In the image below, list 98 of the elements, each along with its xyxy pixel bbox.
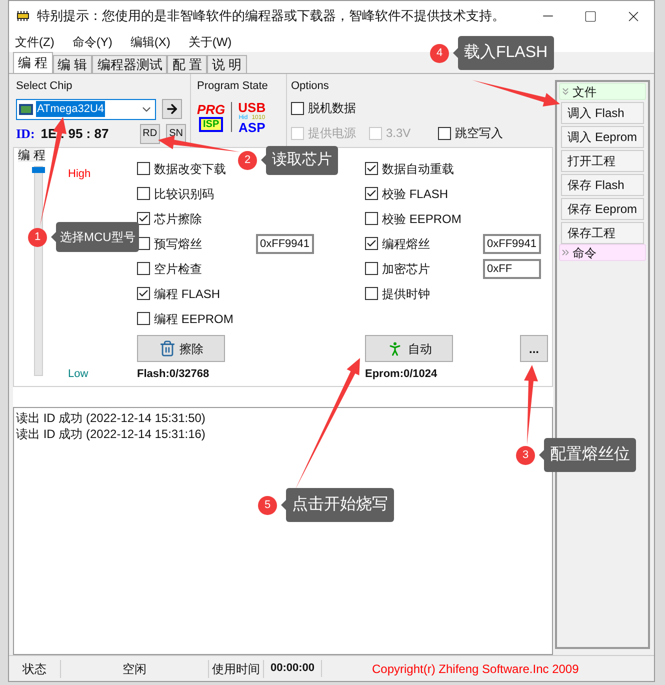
side-panel-button[interactable]: 打开工程: [560, 150, 644, 172]
option-label: 加密芯片: [382, 260, 430, 278]
check-icon: [366, 188, 377, 199]
callout-label: 点击开始烧写: [286, 488, 394, 522]
option-label: 校验 FLASH: [382, 186, 448, 202]
option-label: 3.3V: [386, 125, 411, 142]
checkbox[interactable]: [365, 262, 378, 275]
read-button[interactable]: RD: [140, 124, 160, 144]
check-icon: [366, 238, 377, 249]
callout-label: 选择MCU型号: [56, 222, 140, 252]
side-panel-button[interactable]: 保存 Flash: [560, 174, 644, 196]
option-label: 数据改变下载: [154, 160, 226, 178]
asp-logo-text: ASP: [238, 120, 266, 134]
check-icon: [366, 163, 377, 174]
checkbox[interactable]: [365, 212, 378, 225]
option-label: 跳空写入: [455, 125, 503, 142]
side-panel-button[interactable]: 调入 Eeprom: [560, 126, 644, 148]
group-title: Options: [291, 79, 329, 94]
flash-count: Flash:0/32768: [137, 367, 210, 382]
checkbox[interactable]: [365, 237, 378, 250]
tab[interactable]: 编程器测试: [92, 55, 168, 73]
low-label: Low: [68, 367, 90, 382]
slider-thumb[interactable]: [32, 167, 44, 173]
maximize-icon[interactable]: [584, 10, 597, 22]
option-label: 提供电源: [308, 125, 356, 142]
id-label: ID:: [16, 124, 35, 143]
option-label: 编程 EEPROM: [154, 310, 234, 328]
group-title: Program State: [197, 79, 269, 94]
group-title: Select Chip: [16, 79, 74, 94]
checkbox[interactable]: [137, 187, 150, 200]
checkbox[interactable]: [365, 287, 378, 300]
side-panel-button[interactable]: 调入 Flash: [560, 102, 644, 124]
section-header[interactable]: 文件: [558, 83, 646, 100]
time-label: 使用时间: [209, 660, 264, 678]
status-value: 空闲: [61, 660, 209, 678]
option-label: 数据自动重载: [382, 160, 454, 178]
copyright-text: Copyright(r) Zhifeng Software.Inc 2009: [372, 660, 579, 678]
high-label: High: [68, 167, 92, 182]
chip-app-icon: [15, 10, 31, 22]
checkbox[interactable]: [137, 162, 150, 175]
value-field[interactable]: 0xFF9941: [256, 234, 314, 254]
section-header[interactable]: 命令: [558, 244, 646, 261]
side-panel-button[interactable]: 保存 Eeprom: [560, 198, 644, 220]
isp-logo-text: ISP: [199, 116, 224, 132]
check-icon: [138, 213, 149, 224]
checkbox[interactable]: [137, 212, 150, 225]
option-label: 编程 FLASH: [154, 286, 220, 302]
check-icon: [138, 288, 149, 299]
tab[interactable]: 编 程: [13, 52, 53, 73]
checkbox[interactable]: [291, 102, 304, 114]
callout-label: 载入FLASH: [458, 36, 554, 70]
section-title: 文件: [572, 84, 597, 100]
go-button[interactable]: [162, 99, 182, 119]
menu-item[interactable]: 文件(Z): [13, 32, 56, 50]
chip-icon: [19, 104, 33, 114]
value-field[interactable]: 0xFF9941: [483, 234, 541, 254]
option-label: 编程熔丝: [382, 236, 430, 252]
tab[interactable]: 编 辑: [52, 55, 92, 73]
checkbox[interactable]: [137, 287, 150, 300]
erase-button[interactable]: 擦除: [137, 335, 225, 362]
double-chevron-right-icon: [560, 247, 571, 258]
arrow-right-icon: [165, 102, 179, 116]
log-line: 读出 ID 成功 (2022-12-14 15:31:16): [16, 426, 206, 442]
chip-dropdown[interactable]: ATmega32U4: [16, 98, 156, 120]
checkbox[interactable]: [137, 262, 150, 275]
log-line: 读出 ID 成功 (2022-12-14 15:31:50): [16, 410, 206, 426]
auto-button[interactable]: 自动: [365, 335, 453, 362]
fuse-settings-button[interactable]: ...: [520, 335, 548, 362]
option-label: 提供时钟: [382, 286, 430, 302]
side-panel-button[interactable]: 保存工程: [560, 222, 644, 244]
checkbox[interactable]: [365, 187, 378, 200]
option-label: 脱机数据: [308, 100, 356, 117]
checkbox[interactable]: [137, 312, 150, 325]
option-label: 校验 EEPROM: [382, 210, 462, 228]
trash-icon: [158, 340, 176, 357]
menu-item[interactable]: 关于(W): [186, 32, 234, 50]
menu-item[interactable]: 编辑(X): [128, 32, 172, 50]
window-title: 特别提示：您使用的是非智峰软件的编程器或下载器，智峰软件不提供技术支持。: [37, 7, 505, 26]
option-label: 芯片擦除: [154, 210, 202, 228]
prg-logo-text: PRG: [197, 102, 226, 116]
callout-label: 配置熔丝位: [544, 438, 636, 472]
checkbox[interactable]: [438, 126, 451, 140]
menu-item[interactable]: 命令(Y): [70, 32, 114, 50]
double-chevron-down-icon: [560, 86, 571, 97]
checkbox[interactable]: [365, 162, 378, 175]
status-label: 状态: [9, 660, 61, 678]
option-label: 比较识别码: [154, 186, 214, 202]
group-title: 编 程: [18, 148, 46, 162]
tab[interactable]: 说 明: [206, 55, 246, 73]
eprom-count: Eprom:0/1024: [365, 367, 438, 382]
section-title: 命令: [572, 244, 597, 262]
usb-logo-text: USB: [238, 100, 266, 114]
tab[interactable]: 配 置: [167, 55, 207, 73]
callout-label: 读取芯片: [266, 146, 338, 174]
option-label: 空片检查: [154, 260, 202, 278]
elapsed-time: 00:00:00: [264, 660, 322, 677]
value-field[interactable]: 0xFF: [483, 258, 541, 278]
option-label: 预写熔丝: [154, 236, 202, 252]
